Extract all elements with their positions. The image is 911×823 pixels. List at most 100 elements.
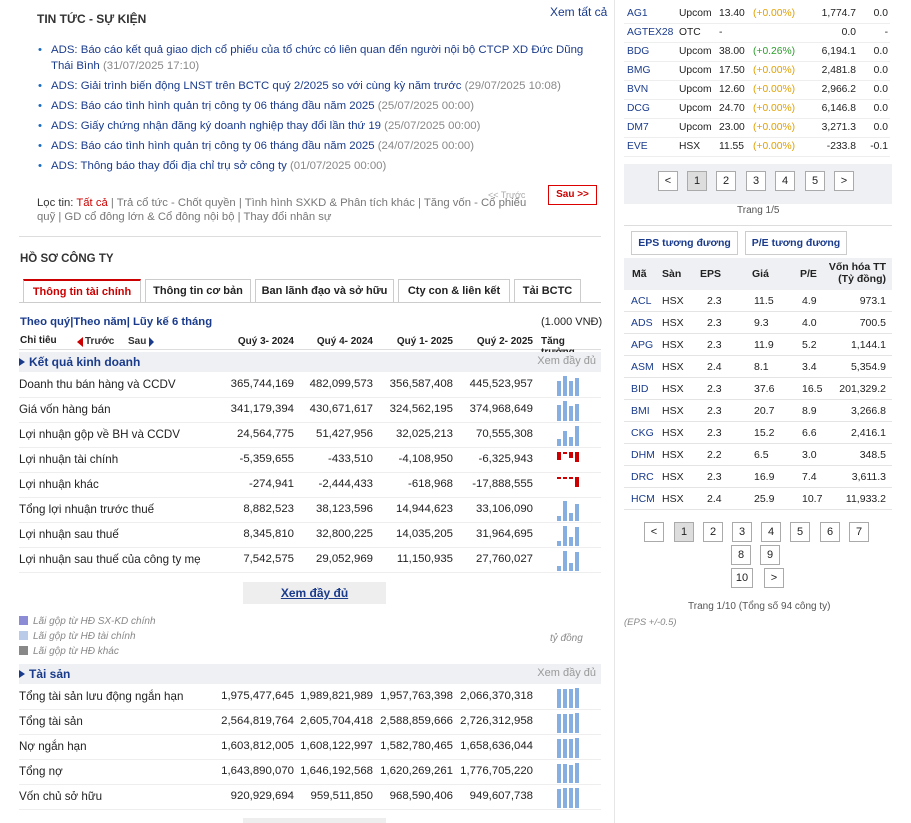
growth-bar (563, 477, 567, 479)
table-header: Chỉ tiêu Trước Sau Quý 3- 2024 Quý 4- 20… (19, 333, 601, 358)
row-value: 949,607,738 (469, 790, 533, 802)
eps-row[interactable]: BMI HSX 2.3 20.7 8.9 3,266.8 (624, 400, 892, 422)
tab-basic-info[interactable]: Thông tin cơ bản (145, 279, 251, 302)
eps-page-button[interactable]: 5 (790, 522, 810, 542)
prev-arrow-icon[interactable] (77, 337, 83, 347)
eps-page-button[interactable]: 8 (731, 545, 751, 565)
news-item[interactable]: ADS: Giấy chứng nhận đăng ký doanh nghiệ… (38, 118, 603, 134)
eps-code[interactable]: CKG (631, 427, 654, 439)
profile-title: HỒ SƠ CÔNG TY (20, 253, 114, 265)
see-all-link[interactable]: Xem tất cả (550, 5, 607, 19)
news-item-title[interactable]: ADS: Báo cáo tình hình quản trị công ty … (51, 140, 375, 152)
eps-price: 8.1 (754, 361, 769, 373)
row-label: Lợi nhuận khác (19, 478, 99, 491)
growth-bar (575, 527, 579, 546)
news-next-button[interactable]: Sau >> (548, 185, 597, 205)
quote-row[interactable]: BDG Upcom 38.00 (+0.26%) 6,194.1 0.0 (624, 43, 890, 62)
view-full-button-2[interactable] (243, 818, 386, 823)
eps-row[interactable]: CKG HSX 2.3 15.2 6.6 2,416.1 (624, 422, 892, 444)
growth-sparkline (557, 525, 587, 546)
tab-subsidiaries[interactable]: Cty con & liên kết (398, 279, 510, 302)
news-item-title[interactable]: ADS: Thông báo thay đổi địa chỉ trụ sở c… (51, 160, 287, 172)
eps-page-button[interactable]: 9 (760, 545, 780, 565)
eps-page-button[interactable]: 3 (732, 522, 752, 542)
next-arrow-icon[interactable] (149, 337, 154, 347)
eps-page-button[interactable]: 4 (761, 522, 781, 542)
divider (19, 236, 601, 237)
period-selector[interactable]: Theo quý|Theo năm| Lũy kế 6 tháng (20, 316, 212, 328)
page-button[interactable]: 5 (805, 171, 825, 191)
eps-row[interactable]: DRC HSX 2.3 16.9 7.4 3,611.3 (624, 466, 892, 488)
news-item[interactable]: ADS: Báo cáo kết quả giao dịch cổ phiếu … (38, 42, 603, 74)
news-item-title[interactable]: ADS: Giải trình biến động LNST trên BCTC… (51, 80, 461, 92)
eps-page-button[interactable]: 10 (731, 568, 753, 588)
news-item[interactable]: ADS: Thông báo thay đổi địa chỉ trụ sở c… (38, 158, 603, 174)
growth-bar (569, 739, 573, 758)
page-button[interactable]: 2 (716, 171, 736, 191)
eps-page-next-button[interactable]: > (764, 568, 784, 588)
col-q4: Quý 2- 2025 (476, 336, 533, 347)
news-item[interactable]: ADS: Báo cáo tình hình quản trị công ty … (38, 98, 603, 114)
eps-page-prev-button[interactable]: < (644, 522, 664, 542)
section-more-link[interactable]: Xem đầy đủ (537, 667, 596, 679)
eps-page-button[interactable]: 2 (703, 522, 723, 542)
eps-page-button[interactable]: 7 (849, 522, 869, 542)
eps-row[interactable]: ACL HSX 2.3 11.5 4.9 973.1 (624, 290, 892, 312)
eps-code[interactable]: HCM (631, 493, 655, 505)
row-label: Nợ ngắn hạn (19, 740, 87, 753)
eps-code[interactable]: DRC (631, 471, 654, 483)
eps-code[interactable]: BMI (631, 405, 650, 417)
row-value: 430,671,617 (309, 403, 373, 415)
eps-code[interactable]: ACL (631, 295, 651, 307)
quote-row[interactable]: EVE HSX 11.55 (+0.00%) -233.8 -0.1 (624, 138, 890, 157)
section-more-link[interactable]: Xem đầy đủ (537, 355, 596, 367)
tab-download[interactable]: Tải BCTC (514, 279, 581, 302)
quote-row[interactable]: DCG Upcom 24.70 (+0.00%) 6,146.8 0.0 (624, 100, 890, 119)
quote-row[interactable]: AGTEX28 OTC - 0.0 - (624, 24, 890, 43)
eps-row[interactable]: DHM HSX 2.2 6.5 3.0 348.5 (624, 444, 892, 466)
quote-change: (+0.00%) (753, 8, 796, 19)
eps-code[interactable]: ASM (631, 361, 654, 373)
news-item-title[interactable]: ADS: Giấy chứng nhận đăng ký doanh nghiệ… (51, 120, 381, 132)
eps-code[interactable]: ADS (631, 317, 653, 329)
growth-bar (569, 765, 573, 783)
eps-row[interactable]: HCM HSX 2.4 25.9 10.7 11,933.2 (624, 488, 892, 510)
tab-pe[interactable]: P/E tương đương (745, 231, 847, 255)
eps-page-button[interactable]: 6 (820, 522, 840, 542)
eps-price: 11.5 (754, 295, 774, 307)
col-q2: Quý 4- 2024 (316, 336, 373, 347)
quote-row[interactable]: BMG Upcom 17.50 (+0.00%) 2,481.8 0.0 (624, 62, 890, 81)
page-button[interactable]: 3 (746, 171, 766, 191)
eps-code[interactable]: BID (631, 383, 649, 395)
quote-row[interactable]: BVN Upcom 12.60 (+0.00%) 2,966.2 0.0 (624, 81, 890, 100)
news-item[interactable]: ADS: Báo cáo tình hình quản trị công ty … (38, 138, 603, 154)
page-prev-button[interactable]: < (658, 171, 678, 191)
eps-code[interactable]: DHM (631, 449, 655, 461)
eps-row[interactable]: ASM HSX 2.4 8.1 3.4 5,354.9 (624, 356, 892, 378)
quote-extra: 0.0 (873, 8, 888, 19)
quote-price: 23.00 (719, 122, 745, 133)
tab-management[interactable]: Ban lãnh đạo và sở hữu (255, 279, 394, 302)
news-item-title[interactable]: ADS: Báo cáo tình hình quản trị công ty … (51, 100, 375, 112)
view-full-button[interactable]: Xem đầy đủ (243, 582, 386, 604)
eps-value: 2.4 (707, 361, 722, 373)
eps-row[interactable]: APG HSX 2.3 11.9 5.2 1,144.1 (624, 334, 892, 356)
page-button[interactable]: 1 (687, 171, 707, 191)
next-period[interactable]: Sau (128, 336, 146, 347)
eps-page-button[interactable]: 1 (674, 522, 694, 542)
filter-options[interactable]: | Trả cổ tức - Chốt quyền | Tình hình SX… (37, 197, 526, 223)
page-next-button[interactable]: > (834, 171, 854, 191)
quote-row[interactable]: AG1 Upcom 13.40 (+0.00%) 1,774.7 0.0 (624, 5, 890, 24)
news-item[interactable]: ADS: Giải trình biến động LNST trên BCTC… (38, 78, 603, 94)
quote-row[interactable]: DM7 Upcom 23.00 (+0.00%) 3,271.3 0.0 (624, 119, 890, 138)
eps-row[interactable]: ADS HSX 2.3 9.3 4.0 700.5 (624, 312, 892, 334)
prev-period[interactable]: Trước (85, 336, 114, 347)
growth-bar (563, 689, 567, 708)
page-button[interactable]: 4 (775, 171, 795, 191)
table-row: Tổng lợi nhuận trước thuế 8,882,523 38,123… (19, 498, 601, 523)
eps-code[interactable]: APG (631, 339, 653, 351)
filter-all[interactable]: Tất cả (76, 197, 107, 209)
tab-financial[interactable]: Thông tin tài chính (23, 279, 141, 302)
eps-row[interactable]: BID HSX 2.3 37.6 16.5 201,329.2 (624, 378, 892, 400)
tab-eps[interactable]: EPS tương đương (631, 231, 738, 255)
